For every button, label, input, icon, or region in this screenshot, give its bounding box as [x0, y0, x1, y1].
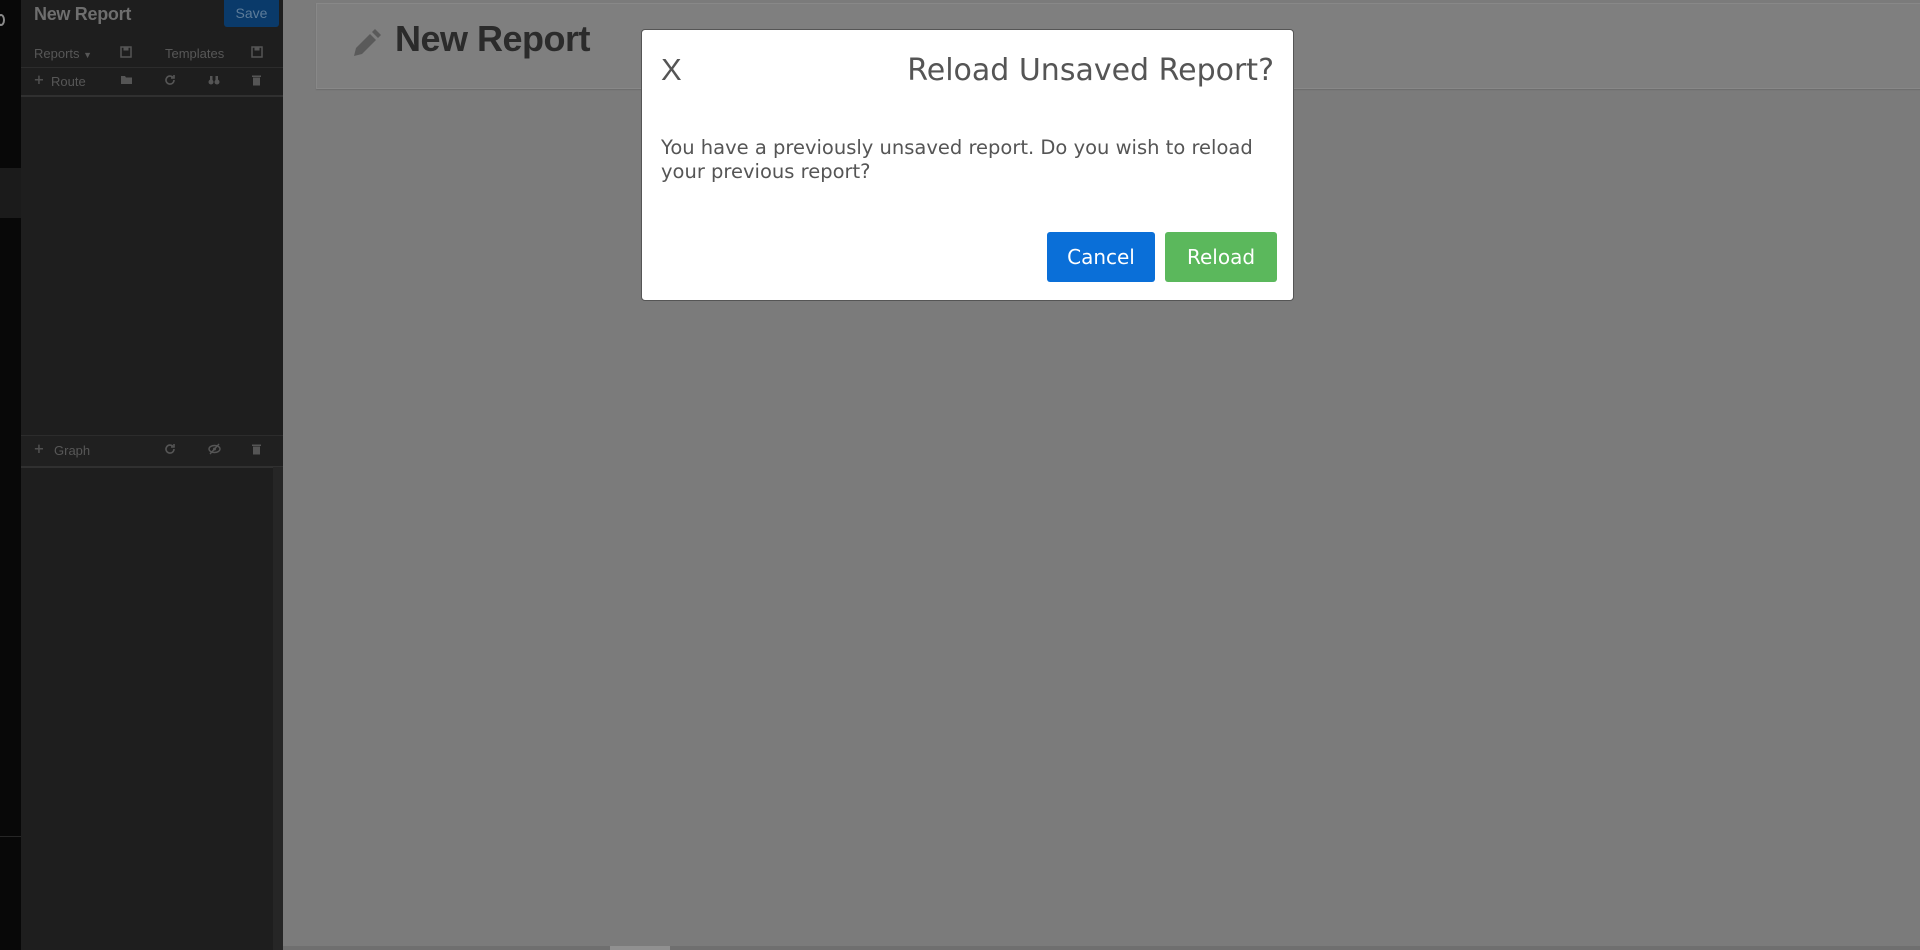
app-rail: [0, 0, 21, 950]
graph-toolbar: + Graph: [21, 435, 283, 468]
plus-icon[interactable]: +: [32, 443, 46, 457]
save-button[interactable]: Save: [224, 0, 279, 27]
folder-open-icon[interactable]: [120, 74, 134, 85]
reports-menu[interactable]: Reports ▼: [34, 46, 92, 61]
reports-menu-label: Reports: [34, 46, 80, 61]
bottom-scrollbar-thumb[interactable]: [610, 946, 670, 950]
rail-divider: [0, 836, 21, 837]
sidebar-title: New Report: [34, 4, 132, 24]
floppy-disk-icon[interactable]: [251, 46, 265, 58]
pencil-icon[interactable]: [350, 26, 382, 62]
reports-toolbar: Reports ▼ Templates: [21, 39, 283, 68]
templates-label[interactable]: Templates: [165, 46, 224, 61]
reload-button[interactable]: Reload: [1165, 232, 1277, 282]
page-title: New Report: [395, 18, 591, 59]
trash-icon[interactable]: [251, 74, 265, 86]
dialog-message: You have a previously unsaved report. Do…: [661, 136, 1253, 183]
route-toolbar: + Route: [21, 67, 283, 97]
close-button[interactable]: X: [661, 52, 682, 88]
dialog-title: Reload Unsaved Report?: [907, 53, 1274, 88]
graph-label[interactable]: Graph: [54, 443, 90, 458]
floppy-disk-icon[interactable]: [120, 46, 134, 58]
reload-dialog: X Reload Unsaved Report? You have a prev…: [641, 29, 1294, 301]
rail-icon[interactable]: [0, 14, 5, 26]
caret-down-icon: ▼: [83, 50, 93, 60]
cancel-button[interactable]: Cancel: [1047, 232, 1155, 282]
binoculars-icon[interactable]: [208, 74, 222, 86]
bottom-scrollbar[interactable]: [283, 946, 1920, 950]
route-label[interactable]: Route: [51, 74, 86, 89]
sidebar: New Report Save Reports ▼ Templates + Ro…: [21, 0, 283, 950]
refresh-icon[interactable]: [164, 74, 178, 86]
graph-scrollbar[interactable]: [273, 467, 283, 950]
plus-icon[interactable]: +: [32, 74, 46, 88]
rail-handle[interactable]: [0, 168, 21, 218]
trash-icon[interactable]: [251, 443, 265, 455]
eye-slash-icon[interactable]: [208, 443, 222, 455]
refresh-icon[interactable]: [164, 443, 178, 455]
